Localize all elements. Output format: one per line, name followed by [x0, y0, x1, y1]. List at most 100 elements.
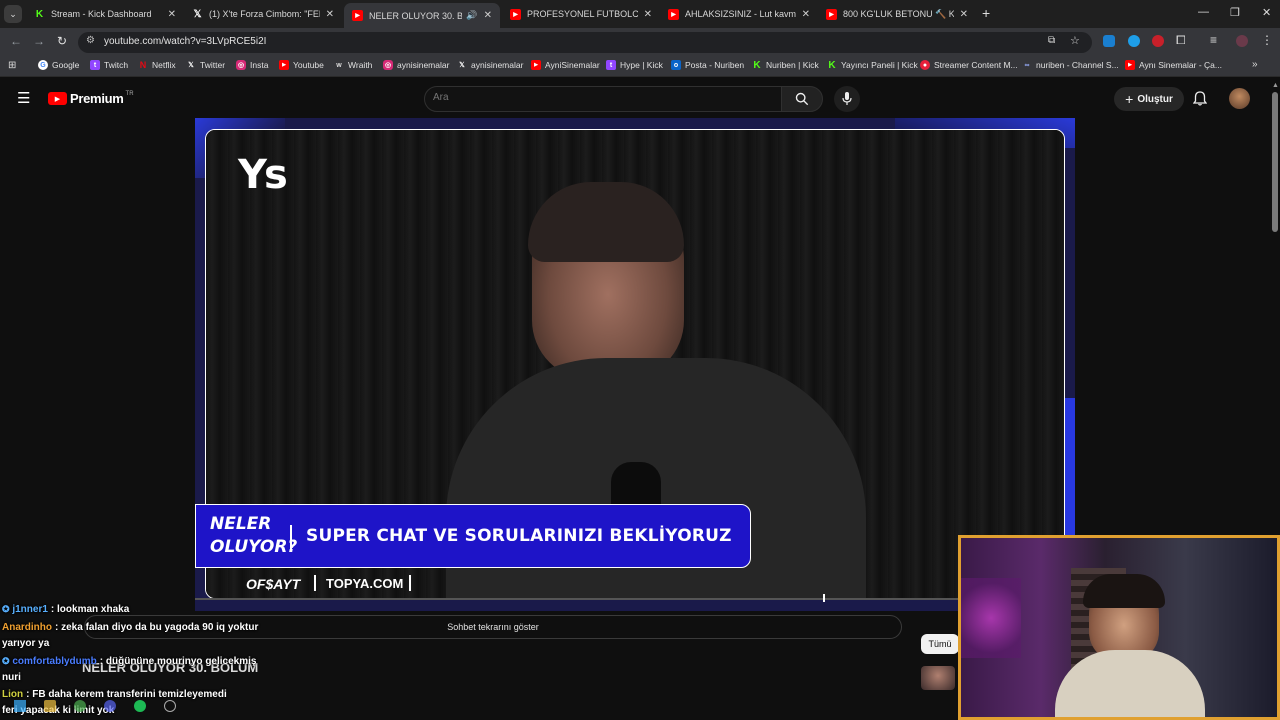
video-progress-track[interactable]: [195, 598, 1075, 600]
sponsor-topya: TOPYA.COM: [326, 576, 404, 591]
bookmark-wraith[interactable]: w Wraith: [334, 60, 372, 70]
spotify-icon[interactable]: [134, 700, 146, 712]
browser-menu-icon[interactable]: ⋮: [1261, 33, 1273, 47]
close-window-icon[interactable]: ✕: [1262, 6, 1271, 19]
tab-search-list-icon[interactable]: ≡: [1210, 33, 1217, 47]
file-explorer-icon[interactable]: [44, 700, 56, 712]
bookmark-yayinci-paneli[interactable]: K Yayıncı Paneli | Kick: [827, 60, 917, 71]
video-progress-marker[interactable]: [823, 594, 825, 602]
close-icon[interactable]: ✕: [644, 9, 652, 20]
bookmark-google[interactable]: G Google: [38, 60, 79, 70]
banner-text: SUPER CHAT VE SORULARINIZI BEKLİYORUZ: [306, 526, 732, 546]
create-button[interactable]: + Oluştur: [1114, 87, 1184, 111]
divider: [314, 575, 316, 591]
bookmark-label: aynisinemalar: [471, 60, 524, 70]
bookmark-aynisinemalar-x[interactable]: 𝕏aynisinemalar: [457, 60, 523, 70]
tab-kick-dashboard[interactable]: K Stream - Kick Dashboard ✕: [26, 3, 184, 25]
bookmark-twitch[interactable]: t Twitch: [90, 60, 128, 70]
minimize-icon[interactable]: —: [1198, 6, 1209, 18]
youtube-premium-logo[interactable]: ▶ Premium TR: [48, 91, 134, 106]
netflix-icon: N: [139, 60, 147, 70]
discord-icon[interactable]: [104, 700, 116, 712]
bookmark-youtube[interactable]: ▶ Youtube: [279, 60, 324, 70]
filter-chip-all[interactable]: Tümü: [921, 634, 959, 654]
tab-800kg-beton[interactable]: ▶ 800 KG'LUK BETONU 🔨 KIRAR ✕: [818, 3, 976, 25]
bookmark-netflix[interactable]: N Netflix: [138, 60, 176, 70]
twitch-icon: t: [90, 60, 100, 70]
site-info-icon[interactable]: ⚙: [86, 35, 95, 46]
chat-message-continuation: yarıyor ya: [2, 638, 49, 649]
chat-message: ✪ comfortablydumb: düğününe mourinyo gel…: [2, 656, 256, 667]
close-icon[interactable]: ✕: [484, 10, 492, 21]
bookmark-aynisinemalar-yt[interactable]: ▶ AyniSinemalar: [531, 60, 600, 70]
scroll-up-icon[interactable]: ▲: [1272, 82, 1279, 89]
address-bar[interactable]: ⚙ youtube.com/watch?v=3LVpRCE5i2I ⧉ ☆: [78, 32, 1092, 53]
tab-profesyonel-futbolcu[interactable]: ▶ PROFESYONEL FUTBOLCU SEN ✕: [502, 3, 660, 25]
bookmark-label: Youtube: [293, 60, 324, 70]
tab-neler-oluyor[interactable]: ▶ NELER OLUYOR 30. BÖLÜM 🔊 ✕: [344, 3, 500, 28]
tab-title: AHLAKSIZSINIZ - Lut kavminde: [685, 9, 796, 19]
verified-badge-icon: ✪: [2, 604, 10, 614]
bookmark-streamer-content[interactable]: ● Streamer Content M...: [920, 60, 1018, 70]
show-logo: NELER OLUYOR?: [210, 514, 298, 557]
video-player[interactable]: Ys OF$AYT TOPYA.COM NELER OLUYOR? SUPER …: [195, 118, 1075, 611]
bookmarks-bar: ⊞ G Google t Twitch N Netflix 𝕏 Twitter ◎ Ins…: [0, 57, 1280, 77]
x-icon: 𝕏: [459, 62, 465, 69]
bookmark-ayni-sinemalar-ca[interactable]: ▶ Aynı Sinemalar - Ça...: [1125, 60, 1222, 70]
back-icon[interactable]: ←: [10, 34, 22, 48]
bookmark-twitter[interactable]: 𝕏 Twitter: [186, 60, 225, 70]
bookmark-label: Twitch: [104, 60, 129, 70]
install-app-icon[interactable]: ⧉: [1048, 35, 1055, 46]
chat-text: : düğününe mourinyo gelicekmiş: [99, 656, 257, 667]
close-icon[interactable]: ✕: [168, 9, 176, 20]
banner-divider: [290, 525, 292, 549]
bookmark-star-icon[interactable]: ☆: [1070, 34, 1080, 47]
more-bookmarks-icon[interactable]: »: [1252, 59, 1258, 70]
verified-badge-icon: ✪: [2, 656, 10, 666]
forward-icon[interactable]: →: [33, 34, 45, 48]
extension-blue-icon[interactable]: [1128, 35, 1140, 47]
close-icon[interactable]: ✕: [326, 9, 334, 20]
extension-shield-icon[interactable]: [1103, 35, 1115, 47]
youtube-icon: ▶: [826, 8, 837, 20]
headphones: [1083, 574, 1165, 608]
page-scrollbar[interactable]: [1272, 92, 1278, 232]
premium-text: Premium: [70, 91, 124, 106]
close-icon[interactable]: ✕: [960, 9, 968, 20]
bookmark-posta[interactable]: o Posta - Nuriben: [671, 60, 744, 70]
url-text[interactable]: youtube.com/watch?v=3LVpRCE5i2I: [104, 36, 266, 47]
bookmark-nuriben-kick[interactable]: K Nuriben | Kick: [752, 60, 818, 71]
windows-start-icon[interactable]: [14, 700, 26, 712]
bookmark-hype-kick[interactable]: t Hype | Kick: [606, 60, 663, 70]
audio-playing-icon[interactable]: 🔊: [466, 10, 477, 21]
chat-text: nuri: [2, 672, 21, 683]
search-button[interactable]: [781, 86, 823, 112]
tab-search-button[interactable]: ⌄: [4, 5, 22, 23]
reload-icon[interactable]: ↻: [57, 34, 67, 48]
search-input[interactable]: [433, 92, 763, 103]
search-box[interactable]: [424, 86, 782, 112]
obs-icon[interactable]: [164, 700, 176, 712]
tab-ahlaksizsiniz[interactable]: ▶ AHLAKSIZSINIZ - Lut kavminde ✕: [660, 3, 818, 25]
chrome-icon[interactable]: [74, 700, 86, 712]
bookmark-insta[interactable]: ◎ Insta: [236, 60, 268, 70]
new-tab-button[interactable]: +: [982, 5, 990, 21]
bookmark-nuriben-channel[interactable]: ∞ nuriben - Channel S...: [1022, 60, 1119, 70]
bookmark-aynisinemalar-insta[interactable]: ◎ aynisinemalar: [383, 60, 449, 70]
account-avatar[interactable]: [1229, 88, 1250, 109]
notifications-bell-icon[interactable]: [1193, 91, 1207, 106]
hamburger-menu-icon[interactable]: ☰: [17, 89, 30, 107]
neon-light: [961, 578, 1021, 658]
extension-red-icon[interactable]: [1152, 35, 1164, 47]
tab-title: NELER OLUYOR 30. BÖLÜM: [369, 10, 463, 21]
restore-icon[interactable]: ❐: [1230, 6, 1240, 19]
tab-x-forza[interactable]: 𝕏 (1) X'te Forza Cimbom: "FENER ✕: [184, 3, 342, 25]
close-icon[interactable]: ✕: [802, 9, 810, 20]
profile-avatar[interactable]: [1236, 35, 1248, 47]
voice-search-button[interactable]: [834, 86, 860, 112]
related-thumbnail[interactable]: [921, 666, 955, 690]
bookmark-label: Wraith: [348, 60, 373, 70]
extensions-puzzle-icon[interactable]: ⧠: [1176, 33, 1186, 48]
apps-grid-icon[interactable]: ⊞: [8, 60, 16, 71]
youtube-header: ☰ ▶ Premium TR + Oluştur: [0, 78, 1280, 118]
